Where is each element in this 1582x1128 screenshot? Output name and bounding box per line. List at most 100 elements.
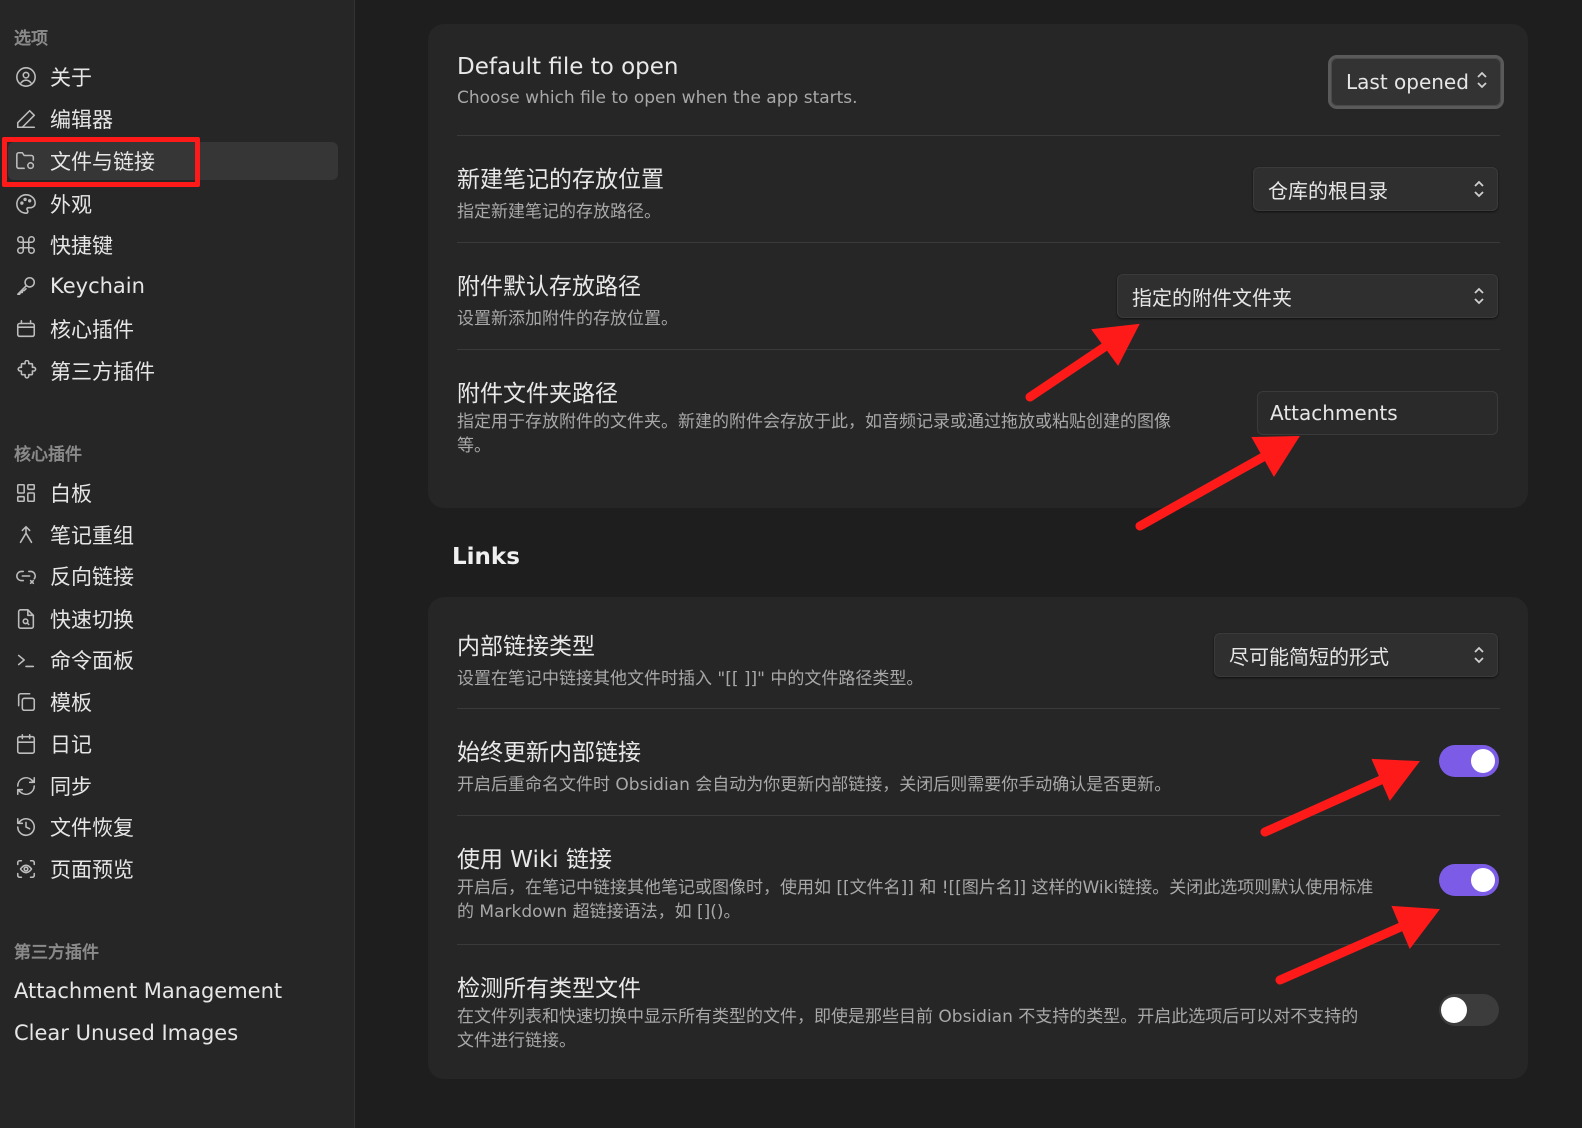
description-line: 指定用于存放附件的文件夹。新建的附件会存放于此，如音频记录或通过拖放或粘贴创建的… (457, 412, 1171, 432)
sidebar-item-page-preview[interactable]: 页面预览 (8, 850, 338, 888)
sidebar-item-sync[interactable]: 同步 (8, 767, 338, 805)
plugin-box-icon (14, 317, 38, 341)
user-circle-icon (14, 65, 38, 89)
chevrons-up-down-icon (1472, 285, 1486, 307)
toggle-knob (1471, 749, 1495, 773)
sidebar-item-label: 快捷键 (50, 234, 113, 258)
description-line: 等。 (457, 436, 491, 456)
attachment-default-select[interactable]: 指定的附件文件夹 (1117, 274, 1498, 318)
setting-description: 开启后重命名文件时 Obsidian 会自动为你更新内部链接，关闭后则需要你手动… (457, 775, 1172, 795)
toggle-knob (1441, 997, 1467, 1023)
sidebar-item-note-composer[interactable]: 笔记重组 (8, 516, 338, 554)
setting-attachment-folder: 附件文件夹路径 指定用于存放附件的文件夹。新建的附件会存放于此，如音频记录或通过… (457, 374, 1237, 458)
sidebar-item-keychain[interactable]: Keychain (8, 267, 338, 305)
chevrons-up-down-icon (1472, 644, 1486, 666)
toggle-knob (1471, 868, 1495, 892)
sidebar-item-label: 编辑器 (50, 108, 113, 132)
sidebar-item-daily-notes[interactable]: 日记 (8, 725, 338, 763)
setting-title: 检测所有类型文件 (457, 976, 641, 1002)
divider (457, 242, 1500, 243)
select-value: 仓库的根目录 (1268, 178, 1388, 203)
divider (457, 349, 1500, 350)
command-icon (14, 233, 38, 257)
sidebar-item-attachment-management[interactable]: Attachment Management (8, 972, 338, 1010)
file-search-icon (14, 607, 38, 631)
sidebar-item-label: 关于 (50, 66, 92, 90)
sidebar-item-editor[interactable]: 编辑器 (8, 100, 338, 138)
detect-all-files-toggle[interactable] (1439, 994, 1499, 1026)
select-value: 尽可能简短的形式 (1229, 644, 1389, 669)
divider (457, 708, 1500, 709)
sidebar-item-appearance[interactable]: 外观 (8, 185, 338, 223)
input-value: Attachments (1270, 401, 1398, 425)
setting-title: 使用 Wiki 链接 (457, 847, 612, 873)
sidebar-item-core-plugins[interactable]: 核心插件 (8, 310, 338, 348)
divider (457, 815, 1500, 816)
calendar-icon (14, 732, 38, 756)
files-settings-panel: Default file to open Choose which file t… (428, 24, 1528, 508)
core-plugins-group-title: 核心插件 (14, 445, 82, 465)
sidebar-item-templates[interactable]: 模板 (8, 683, 338, 721)
sidebar-item-label: Attachment Management (14, 979, 283, 1003)
sidebar-item-canvas[interactable]: 白板 (8, 474, 338, 512)
copy-icon (14, 690, 38, 714)
sidebar-item-command-palette[interactable]: 命令面板 (8, 641, 338, 679)
sidebar-item-label: 命令面板 (50, 649, 134, 673)
puzzle-icon (14, 359, 38, 383)
description-line: 文件进行链接。 (457, 1031, 576, 1051)
setting-description: 指定用于存放附件的文件夹。新建的附件会存放于此，如音频记录或通过拖放或粘贴创建的… (457, 410, 1237, 458)
sidebar-item-clear-unused-images[interactable]: Clear Unused Images (8, 1014, 338, 1052)
links-settings-panel: 内部链接类型 设置在笔记中链接其他文件时插入 "[[ ]]" 中的文件路径类型。… (428, 597, 1528, 1079)
sidebar-item-label: 笔记重组 (50, 524, 134, 548)
sidebar-item-label: 同步 (50, 775, 92, 799)
setting-wiki-links: 使用 Wiki 链接 开启后，在笔记中链接其他笔记或图像时，使用如 [[文件名]… (457, 840, 1500, 924)
divider (457, 944, 1500, 945)
sidebar-item-label: 页面预览 (50, 858, 134, 882)
sidebar-item-label: 文件恢复 (50, 816, 134, 840)
terminal-icon (14, 648, 38, 672)
sidebar-item-community-plugins[interactable]: 第三方插件 (8, 352, 338, 390)
setting-title: 附件文件夹路径 (457, 381, 618, 407)
links-section-heading: Links (452, 544, 520, 570)
attachment-folder-input[interactable]: Attachments (1257, 391, 1498, 435)
sidebar-item-label: Keychain (50, 274, 145, 298)
sidebar-item-about[interactable]: 关于 (8, 58, 338, 96)
select-value: Last opened (1346, 70, 1469, 94)
options-group-title: 选项 (14, 29, 48, 49)
palette-icon (14, 192, 38, 216)
sidebar-item-label: 核心插件 (50, 318, 134, 342)
setting-detect-all-files: 检测所有类型文件 在文件列表和快速切换中显示所有类型的文件，即使是那些目前 Ob… (457, 969, 1500, 1053)
refresh-icon (14, 774, 38, 798)
sidebar-item-label: Clear Unused Images (14, 1021, 239, 1045)
sidebar-item-hotkeys[interactable]: 快捷键 (8, 226, 338, 264)
sidebar-item-label: 外观 (50, 193, 92, 217)
sidebar-item-backlinks[interactable]: 反向链接 (8, 557, 338, 595)
sidebar-item-file-recovery[interactable]: 文件恢复 (8, 808, 338, 846)
key-icon (14, 274, 38, 298)
link-format-select[interactable]: 尽可能简短的形式 (1214, 633, 1498, 677)
sidebar-item-label: 快速切换 (50, 608, 134, 632)
sidebar-item-label: 第三方插件 (50, 360, 155, 384)
sidebar-item-label: 白板 (50, 482, 92, 506)
sidebar-item-label: 反向链接 (50, 565, 134, 589)
divider (457, 135, 1500, 136)
default-file-select[interactable]: Last opened (1331, 58, 1501, 106)
sidebar-item-label: 模板 (50, 691, 92, 715)
layout-grid-icon (14, 481, 38, 505)
chevrons-up-down-icon (1475, 69, 1489, 91)
setting-title: 始终更新内部链接 (457, 740, 641, 766)
select-value: 指定的附件文件夹 (1132, 285, 1292, 310)
description-line: 的 Markdown 超链接语法，如 []()。 (457, 902, 741, 922)
sidebar-item-label: 日记 (50, 733, 92, 757)
new-note-location-select[interactable]: 仓库的根目录 (1253, 167, 1498, 211)
wiki-links-toggle[interactable] (1439, 864, 1499, 896)
third-party-group-title: 第三方插件 (14, 943, 99, 963)
setting-description: 开启后，在笔记中链接其他笔记或图像时，使用如 [[文件名]] 和 ![[图片名]… (457, 876, 1500, 924)
annotation-highlight-box (2, 137, 200, 187)
setting-auto-update-links: 始终更新内部链接 开启后重命名文件时 Obsidian 会自动为你更新内部链接，… (457, 733, 1500, 797)
sidebar-item-quick-switcher[interactable]: 快速切换 (8, 600, 338, 638)
scan-eye-icon (14, 857, 38, 881)
merge-icon (14, 523, 38, 547)
auto-update-links-toggle[interactable] (1439, 745, 1499, 777)
backlink-icon (14, 564, 38, 588)
